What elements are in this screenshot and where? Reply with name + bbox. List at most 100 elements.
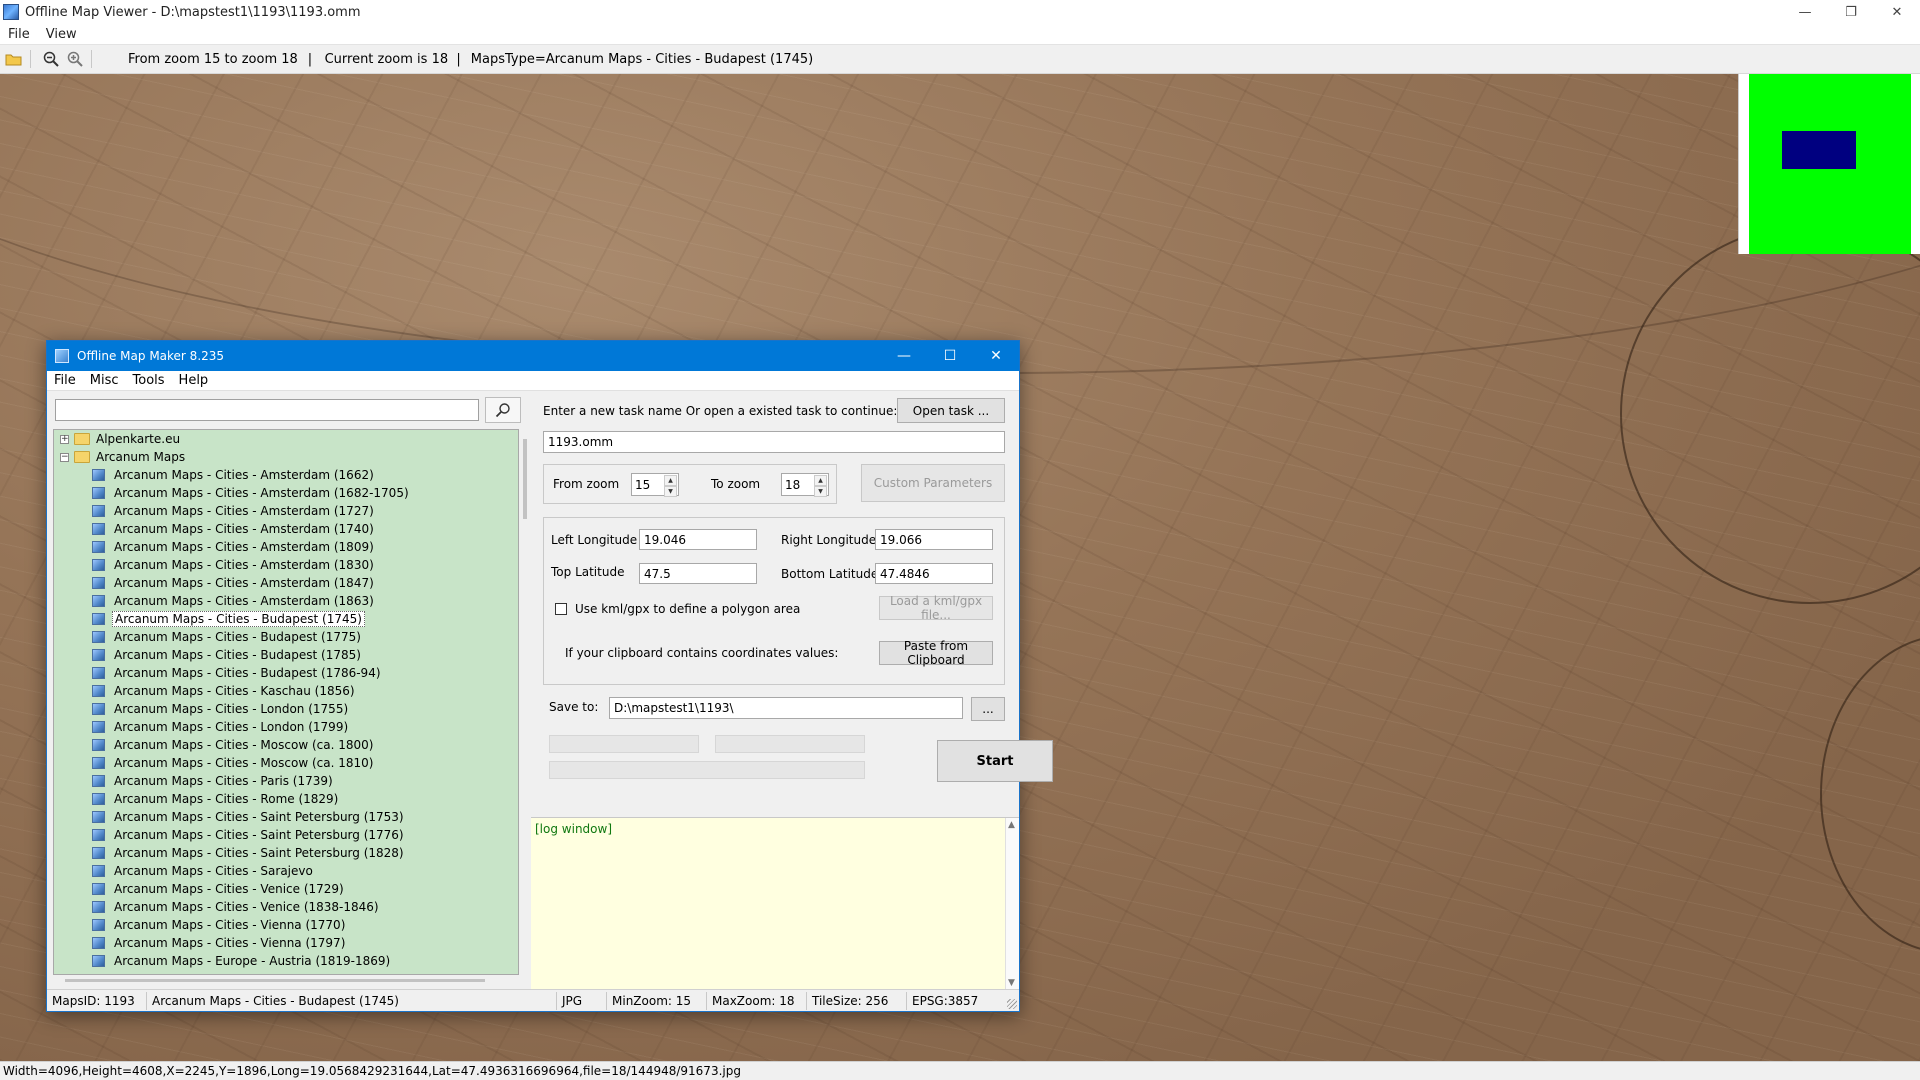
tree-map-item[interactable]: Arcanum Maps - Cities - Budapest (1775) bbox=[54, 628, 518, 646]
tree-map-item[interactable]: Arcanum Maps - Cities - Saint Petersburg… bbox=[54, 826, 518, 844]
map-icon bbox=[92, 901, 105, 913]
menu-file[interactable]: File bbox=[0, 27, 38, 42]
dialog-minimize-button[interactable]: — bbox=[881, 341, 927, 371]
tree-map-item[interactable]: Arcanum Maps - Cities - Budapest (1745) bbox=[54, 610, 518, 628]
tree-item-label: Arcanum Maps - Cities - Amsterdam (1809) bbox=[114, 540, 374, 554]
maps-tree[interactable]: + Alpenkarte.eu − Arcanum Maps Arcanum Maps … bbox=[53, 429, 519, 975]
tree-item-label: Arcanum Maps - Cities - Budapest (1775) bbox=[114, 630, 361, 644]
collapse-icon[interactable]: − bbox=[60, 452, 69, 462]
minimize-button[interactable]: — bbox=[1782, 0, 1828, 24]
tree-map-item[interactable]: Arcanum Maps - Cities - Moscow (ca. 1810… bbox=[54, 754, 518, 772]
left-longitude-input[interactable]: 19.046 bbox=[639, 529, 757, 550]
status-format: JPG bbox=[557, 991, 607, 1010]
tree-map-item[interactable]: Arcanum Maps - Cities - Amsterdam (1809) bbox=[54, 538, 518, 556]
browse-button[interactable]: ... bbox=[971, 697, 1005, 721]
spin-down-icon[interactable]: ▼ bbox=[664, 486, 677, 497]
tree-map-item[interactable]: Arcanum Maps - Cities - Venice (1729) bbox=[54, 880, 518, 898]
tree-map-item[interactable]: Arcanum Maps - Cities - Amsterdam (1682-… bbox=[54, 484, 518, 502]
tree-map-item[interactable]: Arcanum Maps - Cities - Paris (1739) bbox=[54, 772, 518, 790]
dialog-titlebar[interactable]: Offline Map Maker 8.235 — ☐ ✕ bbox=[47, 341, 1019, 371]
right-longitude-input[interactable]: 19.066 bbox=[875, 529, 993, 550]
dialog-menu-tools[interactable]: Tools bbox=[126, 373, 172, 388]
viewer-statusbar: Width=4096,Height=4608,X=2245,Y=1896,Lon… bbox=[0, 1061, 1920, 1080]
from-zoom-value: 15 bbox=[635, 477, 651, 492]
spin-up-icon[interactable]: ▲ bbox=[814, 475, 827, 486]
viewer-toolbar: From zoom 15 to zoom 18 | Current zoom i… bbox=[0, 44, 1920, 74]
tree-map-item[interactable]: Arcanum Maps - Cities - Amsterdam (1847) bbox=[54, 574, 518, 592]
start-button[interactable]: Start bbox=[937, 740, 1053, 782]
top-latitude-input[interactable]: 47.5 bbox=[639, 563, 757, 584]
tree-map-item[interactable]: Arcanum Maps - Cities - Venice (1838-184… bbox=[54, 898, 518, 916]
scroll-up-icon[interactable]: ▲ bbox=[1008, 820, 1015, 830]
tree-map-item[interactable]: Arcanum Maps - Cities - Amsterdam (1662) bbox=[54, 466, 518, 484]
close-button[interactable]: ✕ bbox=[1874, 0, 1920, 24]
tree-map-item[interactable]: Arcanum Maps - Cities - Vienna (1770) bbox=[54, 916, 518, 934]
overview-map[interactable] bbox=[1738, 74, 1920, 254]
tree-map-item[interactable]: Arcanum Maps - Cities - Sarajevo bbox=[54, 862, 518, 880]
from-zoom-spinner[interactable]: 15 ▲ ▼ bbox=[631, 473, 679, 497]
zoom-out-icon[interactable] bbox=[41, 49, 61, 69]
tree-map-item[interactable]: Arcanum Maps - Cities - Budapest (1786-9… bbox=[54, 664, 518, 682]
tree-vertical-scrollbar[interactable] bbox=[521, 429, 531, 975]
tree-horizontal-scrollbar[interactable] bbox=[53, 975, 519, 985]
tree-map-item[interactable]: Arcanum Maps - Cities - Rome (1829) bbox=[54, 790, 518, 808]
kml-polygon-checkbox[interactable] bbox=[555, 603, 567, 615]
map-feature bbox=[1820, 634, 1920, 954]
tree-map-item[interactable]: Arcanum Maps - Cities - Moscow (ca. 1800… bbox=[54, 736, 518, 754]
expand-icon[interactable]: + bbox=[60, 434, 69, 444]
tree-map-item[interactable]: Arcanum Maps - Cities - Kaschau (1856) bbox=[54, 682, 518, 700]
map-search-input[interactable] bbox=[55, 399, 479, 421]
overview-viewport[interactable] bbox=[1782, 131, 1856, 169]
tree-map-item[interactable]: Arcanum Maps - Cities - London (1799) bbox=[54, 718, 518, 736]
status-epsg: EPSG:3857 bbox=[912, 993, 979, 1008]
tree-map-item[interactable]: Arcanum Maps - Cities - Amsterdam (1727) bbox=[54, 502, 518, 520]
tree-map-item[interactable]: Arcanum Maps - Cities - Vienna (1797) bbox=[54, 934, 518, 952]
status-text: Width=4096,Height=4608,X=2245,Y=1896,Lon… bbox=[3, 1064, 741, 1078]
open-task-button[interactable]: Open task ... bbox=[897, 398, 1005, 423]
custom-parameters-button[interactable]: Custom Parameters bbox=[861, 464, 1005, 502]
map-icon bbox=[92, 685, 105, 697]
spin-down-icon[interactable]: ▼ bbox=[814, 486, 827, 497]
tree-map-item[interactable]: Arcanum Maps - Cities - London (1755) bbox=[54, 700, 518, 718]
window-controls: — ❐ ✕ bbox=[1782, 0, 1920, 24]
save-to-input[interactable]: D:\mapstest1\1193\ bbox=[609, 697, 963, 719]
dialog-menu-help[interactable]: Help bbox=[172, 373, 216, 388]
task-name-input[interactable]: 1193.omm bbox=[543, 431, 1005, 453]
tree-map-item[interactable]: Arcanum Maps - Cities - Amsterdam (1740) bbox=[54, 520, 518, 538]
tree-item-label: Arcanum Maps - Cities - Kaschau (1856) bbox=[114, 684, 355, 698]
paste-from-clipboard-button[interactable]: Paste from Clipboard bbox=[879, 639, 993, 667]
dialog-menu-misc[interactable]: Misc bbox=[83, 373, 126, 388]
tree-item-label: Arcanum Maps - Cities - Amsterdam (1863) bbox=[114, 594, 374, 608]
spin-up-icon[interactable]: ▲ bbox=[664, 475, 677, 486]
zoom-in-icon[interactable] bbox=[65, 49, 85, 69]
viewer-title: Offline Map Viewer - D:\mapstest1\1193\1… bbox=[25, 4, 361, 20]
log-scrollbar[interactable]: ▲ ▼ bbox=[1005, 818, 1019, 990]
tree-folder-item[interactable]: − Arcanum Maps bbox=[54, 448, 518, 466]
tree-map-item[interactable]: Arcanum Maps - Cities - Amsterdam (1863) bbox=[54, 592, 518, 610]
tree-map-item[interactable]: Arcanum Maps - Cities - Amsterdam (1830) bbox=[54, 556, 518, 574]
map-icon bbox=[92, 865, 105, 877]
search-button[interactable] bbox=[485, 397, 521, 423]
tree-map-item[interactable]: Arcanum Maps - Cities - Saint Petersburg… bbox=[54, 844, 518, 862]
map-icon bbox=[92, 829, 105, 841]
resize-grip[interactable] bbox=[1007, 999, 1017, 1009]
open-folder-icon[interactable] bbox=[4, 49, 24, 69]
bottom-latitude-input[interactable]: 47.4846 bbox=[875, 563, 993, 584]
dialog-menu-file[interactable]: File bbox=[47, 373, 83, 388]
tree-map-item[interactable]: Arcanum Maps - Cities - Saint Petersburg… bbox=[54, 808, 518, 826]
menu-view[interactable]: View bbox=[38, 27, 85, 42]
to-zoom-spinner[interactable]: 18 ▲ ▼ bbox=[781, 473, 829, 497]
status-max-zoom: MaxZoom: 18 bbox=[707, 991, 807, 1010]
maximize-button[interactable]: ❐ bbox=[1828, 0, 1874, 24]
load-kml-button[interactable]: Load a kml/gpx file... bbox=[879, 594, 993, 622]
map-icon bbox=[92, 883, 105, 895]
dialog-maximize-button[interactable]: ☐ bbox=[927, 341, 973, 371]
tree-map-item[interactable]: Arcanum Maps - Europe - Austria (1819-18… bbox=[54, 952, 518, 970]
map-maker-dialog: Offline Map Maker 8.235 — ☐ ✕ File Misc … bbox=[46, 340, 1053, 1012]
tree-item-label: Arcanum Maps - Cities - Moscow (ca. 1800… bbox=[114, 738, 374, 752]
tree-folder-item[interactable]: + Alpenkarte.eu bbox=[54, 430, 518, 448]
log-window[interactable]: [log window] ▲ ▼ bbox=[531, 817, 1019, 990]
dialog-close-button[interactable]: ✕ bbox=[973, 341, 1019, 371]
tree-map-item[interactable]: Arcanum Maps - Cities - Budapest (1785) bbox=[54, 646, 518, 664]
scroll-down-icon[interactable]: ▼ bbox=[1008, 978, 1015, 988]
